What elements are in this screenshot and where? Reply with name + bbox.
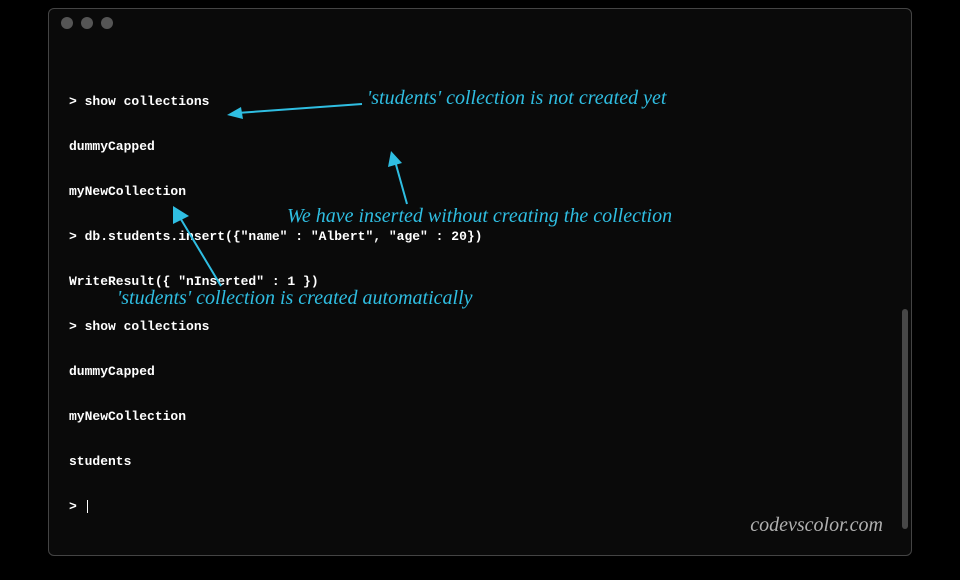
arrow-icon — [385, 149, 425, 209]
terminal-prompt: > — [69, 499, 482, 514]
prompt-text: > — [69, 499, 85, 514]
arrow-icon — [227, 89, 367, 119]
terminal-line: > db.students.insert({"name" : "Albert",… — [69, 229, 482, 244]
maximize-icon[interactable] — [101, 17, 113, 29]
terminal-line: students — [69, 454, 482, 469]
terminal-line: myNewCollection — [69, 409, 482, 424]
close-icon[interactable] — [61, 17, 73, 29]
title-bar — [49, 9, 911, 37]
terminal-window: > show collections dummyCapped myNewColl… — [48, 8, 912, 556]
watermark: codevscolor.com — [750, 514, 883, 537]
terminal-line: > show collections — [69, 319, 482, 334]
annotation-text: 'students' collection is created automat… — [117, 287, 473, 310]
annotation-text: 'students' collection is not created yet — [367, 87, 666, 110]
minimize-icon[interactable] — [81, 17, 93, 29]
annotation-text: We have inserted without creating the co… — [287, 205, 672, 228]
terminal-line: dummyCapped — [69, 364, 482, 379]
arrow-icon — [167, 204, 227, 294]
cursor-icon — [87, 500, 88, 513]
scrollbar[interactable] — [902, 309, 908, 529]
